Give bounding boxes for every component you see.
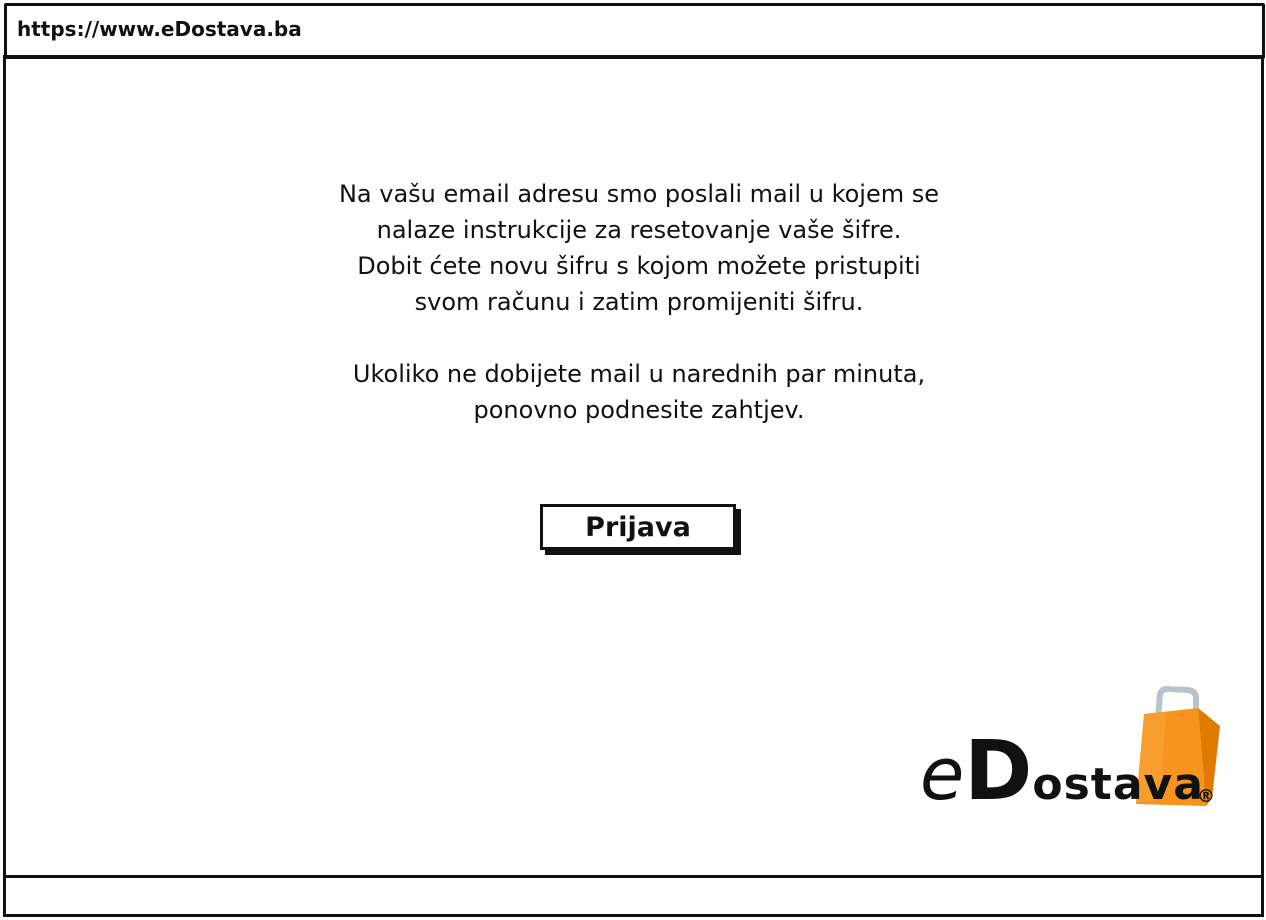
page: https://www.eDostava.ba Na vašu email ad… [0, 0, 1266, 920]
logo-wordmark: eDostava [920, 724, 1204, 819]
edostava-logo: eDostava ® [920, 686, 1230, 836]
logo-letter-d: D [964, 724, 1033, 819]
logo-rest: ostava [1032, 759, 1204, 810]
logo-letter-e: e [920, 732, 965, 816]
login-button[interactable]: Prijava [540, 504, 736, 550]
address-bar[interactable]: https://www.eDostava.ba [4, 3, 1265, 59]
address-url[interactable]: https://www.eDostava.ba [17, 17, 302, 41]
message-line: nalaze instrukcije za resetovanje vaše š… [376, 216, 902, 244]
message-line: Dobit ćete novu šifru s kojom možete pri… [357, 252, 921, 280]
status-bar [3, 875, 1264, 917]
registered-mark: ® [1197, 786, 1215, 807]
main-content: Na vašu email adresu smo poslali mail u … [3, 55, 1264, 878]
note-line: Ukoliko ne dobijete mail u narednih par … [352, 360, 926, 388]
message-line: Na vašu email adresu smo poslali mail u … [338, 180, 940, 208]
message-line: svom računu i zatim promijeniti šifru. [414, 288, 864, 316]
reset-confirmation-message: Na vašu email adresu smo poslali mail u … [239, 176, 1039, 428]
note-line: ponovno podnesite zahtjev. [473, 396, 805, 424]
